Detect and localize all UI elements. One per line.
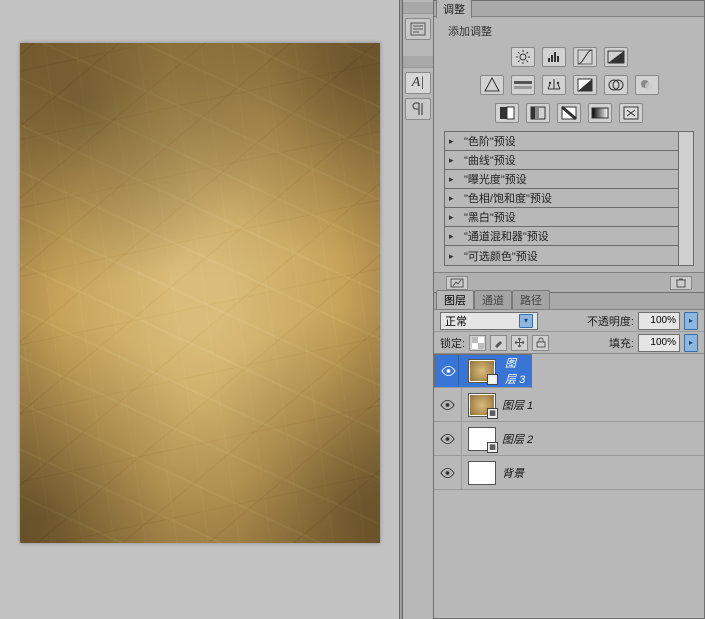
- canvas-area[interactable]: [0, 0, 399, 619]
- adj-photofilter-icon[interactable]: [604, 75, 628, 95]
- adj-curves-icon[interactable]: [573, 47, 597, 67]
- adj-selectivecolor-icon[interactable]: [619, 103, 643, 123]
- blend-mode-value: 正常: [445, 313, 467, 329]
- adj-invert-icon[interactable]: [495, 103, 519, 123]
- disclosure-triangle-icon: [449, 154, 458, 166]
- fill-input[interactable]: 100%: [638, 334, 680, 352]
- lock-paint-icon[interactable]: [490, 335, 507, 351]
- adj-colorbalance-icon[interactable]: [542, 75, 566, 95]
- smartobject-badge-icon: ▦: [487, 408, 498, 419]
- layer-row[interactable]: 背景: [434, 456, 704, 490]
- adj-bw-icon[interactable]: [573, 75, 597, 95]
- layer-name[interactable]: 图层 1: [502, 397, 533, 413]
- lock-all-icon[interactable]: [532, 335, 549, 351]
- layer-name[interactable]: 图层 2: [502, 431, 533, 447]
- opacity-input[interactable]: 100%: [638, 312, 680, 330]
- lock-transparency-icon[interactable]: [469, 335, 486, 351]
- adj-hue-icon[interactable]: [511, 75, 535, 95]
- visibility-toggle[interactable]: [439, 355, 459, 387]
- dock-grip[interactable]: [403, 2, 433, 14]
- adj-posterize-icon[interactable]: [526, 103, 550, 123]
- preset-list: "色阶"预设 "曲线"预设 "曝光度"预设 "色相/饱和度"预设 "黑白"预设 …: [444, 131, 679, 266]
- smartobject-badge-icon: ▦: [487, 374, 498, 385]
- layers-panel: 图层 通道 路径 正常 ▾ 不透明度: 100% ▸ 锁定:: [433, 293, 705, 619]
- visibility-toggle[interactable]: [434, 456, 462, 489]
- tab-channels[interactable]: 通道: [474, 290, 512, 309]
- paragraph-icon: [411, 102, 425, 116]
- dock-button-character[interactable]: A|: [405, 72, 431, 94]
- preset-item[interactable]: "黑白"预设: [445, 208, 678, 227]
- layer-name[interactable]: 背景: [502, 465, 524, 481]
- layer-row[interactable]: ▦ 图层 3: [434, 354, 532, 388]
- tab-paths[interactable]: 路径: [512, 290, 550, 309]
- adj-footer-toggle[interactable]: [446, 276, 468, 290]
- dock-strip: A|: [403, 0, 433, 619]
- layer-thumbnail[interactable]: ▦: [468, 393, 496, 417]
- smartobject-badge-icon: ▦: [487, 442, 498, 453]
- lock-label: 锁定:: [440, 335, 465, 351]
- preset-item[interactable]: "通道混和器"预设: [445, 227, 678, 246]
- adjustments-titlebar[interactable]: 调整: [434, 1, 704, 17]
- disclosure-triangle-icon: [449, 173, 458, 185]
- visibility-toggle[interactable]: [434, 388, 462, 421]
- layer-name[interactable]: 图层 3: [505, 355, 527, 387]
- adj-gradientmap-icon[interactable]: [588, 103, 612, 123]
- adj-threshold-icon[interactable]: [557, 103, 581, 123]
- disclosure-triangle-icon: [449, 192, 458, 204]
- blend-mode-select[interactable]: 正常 ▾: [440, 312, 538, 330]
- lock-move-icon[interactable]: [511, 335, 528, 351]
- adj-exposure-icon[interactable]: [604, 47, 628, 67]
- dock-button-paragraph[interactable]: [405, 98, 431, 120]
- preset-scrollbar[interactable]: [679, 131, 694, 266]
- tab-layers[interactable]: 图层: [436, 290, 474, 309]
- layer-thumbnail[interactable]: ▦: [468, 359, 496, 383]
- disclosure-triangle-icon: [449, 250, 458, 262]
- layer-thumbnail[interactable]: [468, 461, 496, 485]
- adj-footer-trash[interactable]: [670, 276, 692, 290]
- preset-item[interactable]: "曲线"预设: [445, 151, 678, 170]
- document-canvas[interactable]: [20, 43, 380, 543]
- character-icon: A|: [412, 75, 424, 91]
- preset-item[interactable]: "色相/饱和度"预设: [445, 189, 678, 208]
- adj-vibrance-icon[interactable]: [480, 75, 504, 95]
- disclosure-triangle-icon: [449, 230, 458, 242]
- dock-button-history[interactable]: [405, 18, 431, 40]
- dropdown-arrow-icon: ▾: [519, 314, 533, 328]
- adjustments-tab[interactable]: 调整: [436, 0, 472, 18]
- disclosure-triangle-icon: [449, 211, 458, 223]
- opacity-label: 不透明度:: [587, 313, 634, 329]
- dock-grip[interactable]: [403, 56, 433, 68]
- layer-row[interactable]: ▦ 图层 2: [434, 422, 704, 456]
- adjustments-panel: 调整 添加调整: [433, 0, 705, 293]
- layer-thumbnail[interactable]: ▦: [468, 427, 496, 451]
- adj-brightness-icon[interactable]: [511, 47, 535, 67]
- adj-levels-icon[interactable]: [542, 47, 566, 67]
- adj-channelmixer-icon[interactable]: [635, 75, 659, 95]
- preset-item[interactable]: "色阶"预设: [445, 132, 678, 151]
- preset-item[interactable]: "可选颜色"预设: [445, 246, 678, 265]
- disclosure-triangle-icon: [449, 135, 458, 147]
- preset-item[interactable]: "曝光度"预设: [445, 170, 678, 189]
- layer-list: ▦ 图层 3 ▦ 图层 1 ▦ 图层 2 背景: [434, 354, 704, 618]
- adjustments-heading: 添加调整: [448, 23, 694, 39]
- visibility-toggle[interactable]: [434, 422, 462, 455]
- fill-arrow[interactable]: ▸: [684, 334, 698, 352]
- fill-label: 填充:: [609, 335, 634, 351]
- opacity-arrow[interactable]: ▸: [684, 312, 698, 330]
- layer-row[interactable]: ▦ 图层 1: [434, 388, 704, 422]
